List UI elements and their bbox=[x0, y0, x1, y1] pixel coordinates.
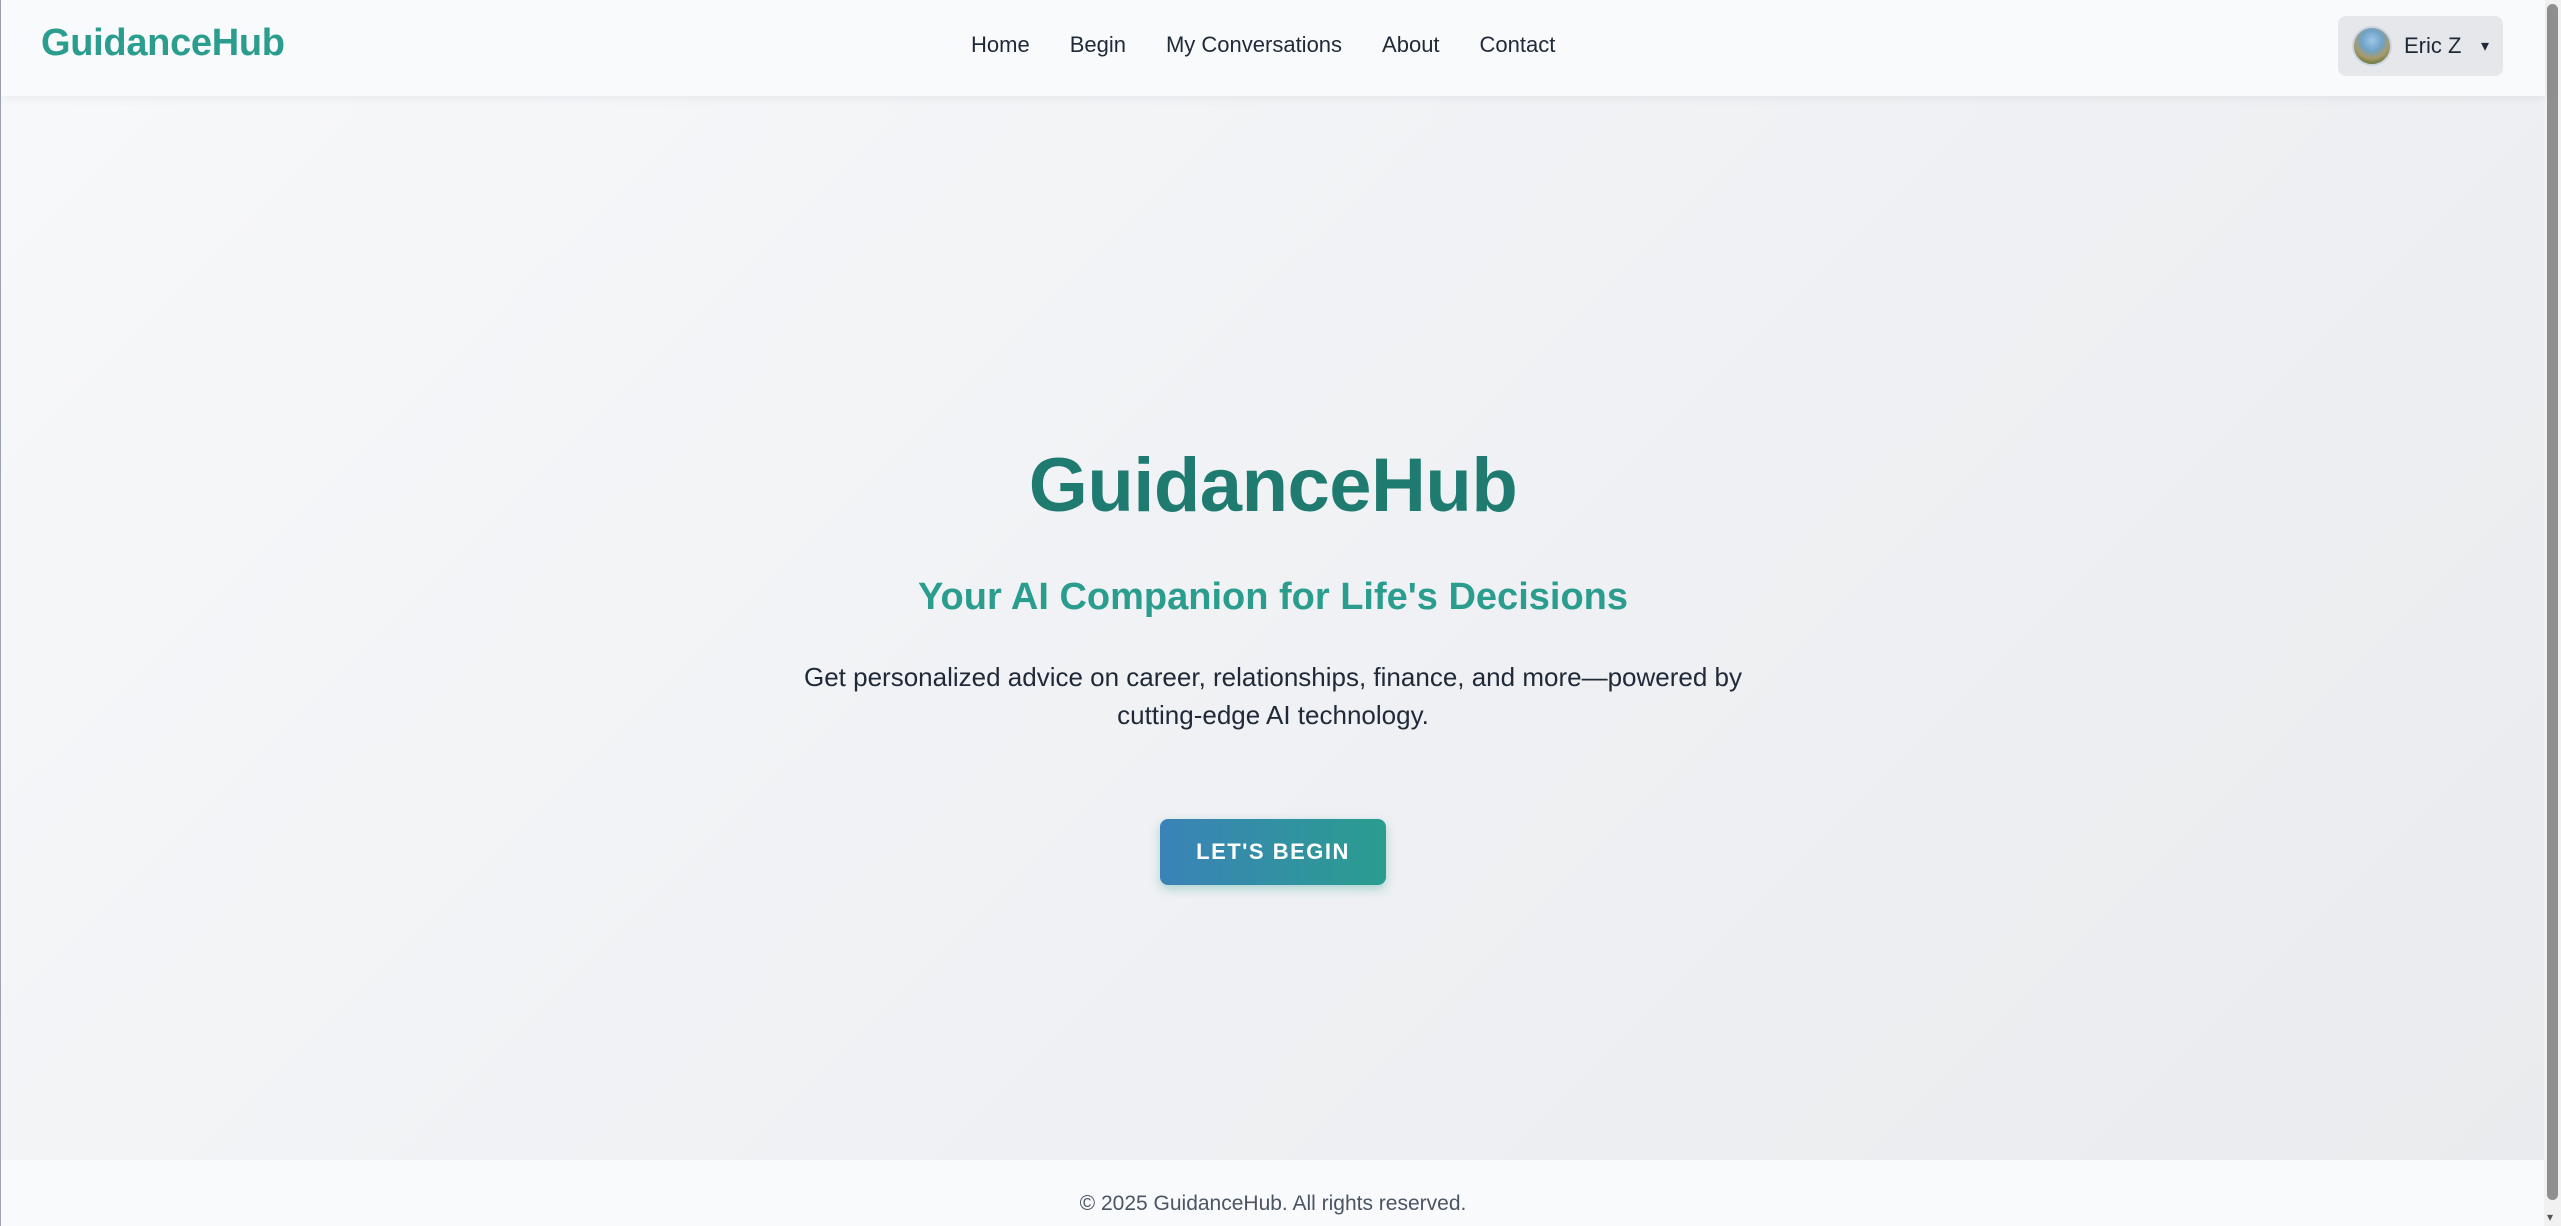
page: GuidanceHub Home Begin My Conversations … bbox=[0, 0, 2561, 1226]
nav-link-my-conversations[interactable]: My Conversations bbox=[1166, 30, 1342, 60]
hero-description: Get personalized advice on career, relat… bbox=[804, 662, 1742, 730]
main-nav: Home Begin My Conversations About Contac… bbox=[971, 30, 1555, 60]
hero-subtitle: Your AI Companion for Life's Decisions bbox=[918, 576, 1628, 618]
chevron-down-icon: ▾ bbox=[2480, 38, 2489, 55]
hero-title: GuidanceHub bbox=[1028, 443, 1518, 528]
vertical-scrollbar[interactable]: ▾ bbox=[2544, 0, 2561, 1226]
nav-link-about[interactable]: About bbox=[1382, 30, 1440, 60]
nav-link-contact[interactable]: Contact bbox=[1480, 30, 1556, 60]
hero-section: GuidanceHub Your AI Companion for Life's… bbox=[1, 96, 2545, 1160]
brand-logo[interactable]: GuidanceHub bbox=[41, 22, 285, 65]
user-menu-button[interactable]: Eric Z ▾ bbox=[2338, 16, 2503, 76]
lets-begin-button[interactable]: LET'S BEGIN bbox=[1160, 819, 1386, 885]
nav-link-home[interactable]: Home bbox=[971, 30, 1030, 60]
scrollbar-thumb[interactable] bbox=[2547, 4, 2558, 1200]
footer: © 2025 GuidanceHub. All rights reserved. bbox=[1, 1160, 2545, 1226]
copyright-text: © 2025 GuidanceHub. All rights reserved. bbox=[1079, 1192, 1467, 1215]
avatar bbox=[2352, 26, 2392, 66]
top-navbar: GuidanceHub Home Begin My Conversations … bbox=[1, 0, 2545, 96]
nav-link-begin[interactable]: Begin bbox=[1070, 30, 1126, 60]
scroll-down-arrow-icon[interactable]: ▾ bbox=[2547, 1210, 2553, 1224]
user-name: Eric Z bbox=[2404, 33, 2462, 58]
